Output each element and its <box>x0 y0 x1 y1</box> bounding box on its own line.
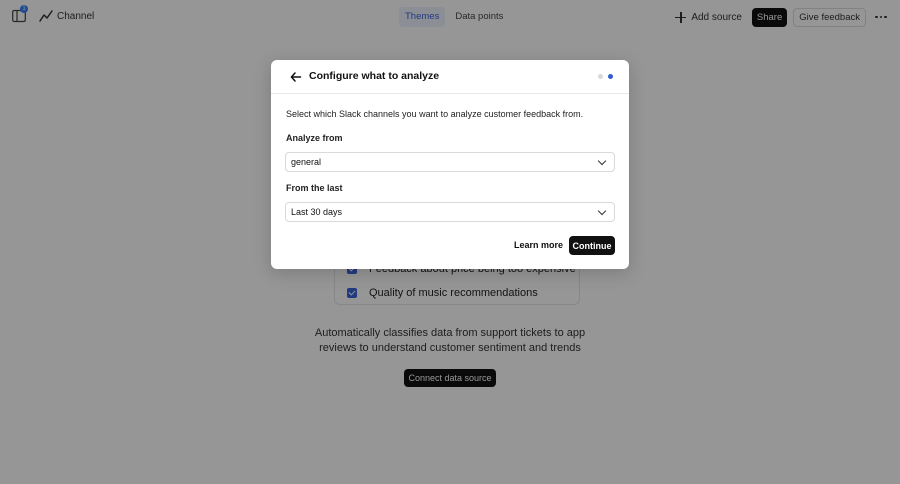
analyze-from-value: general <box>291 157 322 167</box>
chevron-down-icon <box>597 206 607 216</box>
configure-dialog: Configure what to analyze Select which S… <box>271 60 629 269</box>
from-the-last-value: Last 30 days <box>291 207 343 217</box>
continue-button[interactable]: Continue <box>569 236 615 255</box>
step-dot-current <box>608 74 613 79</box>
step-indicator <box>598 74 613 79</box>
arrow-left-icon[interactable] <box>289 70 303 84</box>
from-the-last-select[interactable]: Last 30 days <box>285 202 615 222</box>
analyze-from-label: Analyze from <box>286 133 343 143</box>
dialog-header: Configure what to analyze <box>271 60 629 94</box>
dialog-instruction: Select which Slack channels you want to … <box>286 109 584 119</box>
from-the-last-label: From the last <box>286 183 343 193</box>
step-dot <box>598 74 603 79</box>
dialog-title: Configure what to analyze <box>309 70 440 82</box>
chevron-down-icon <box>597 156 607 166</box>
learn-more-link[interactable]: Learn more <box>514 240 563 250</box>
analyze-from-select[interactable]: general <box>285 152 615 172</box>
